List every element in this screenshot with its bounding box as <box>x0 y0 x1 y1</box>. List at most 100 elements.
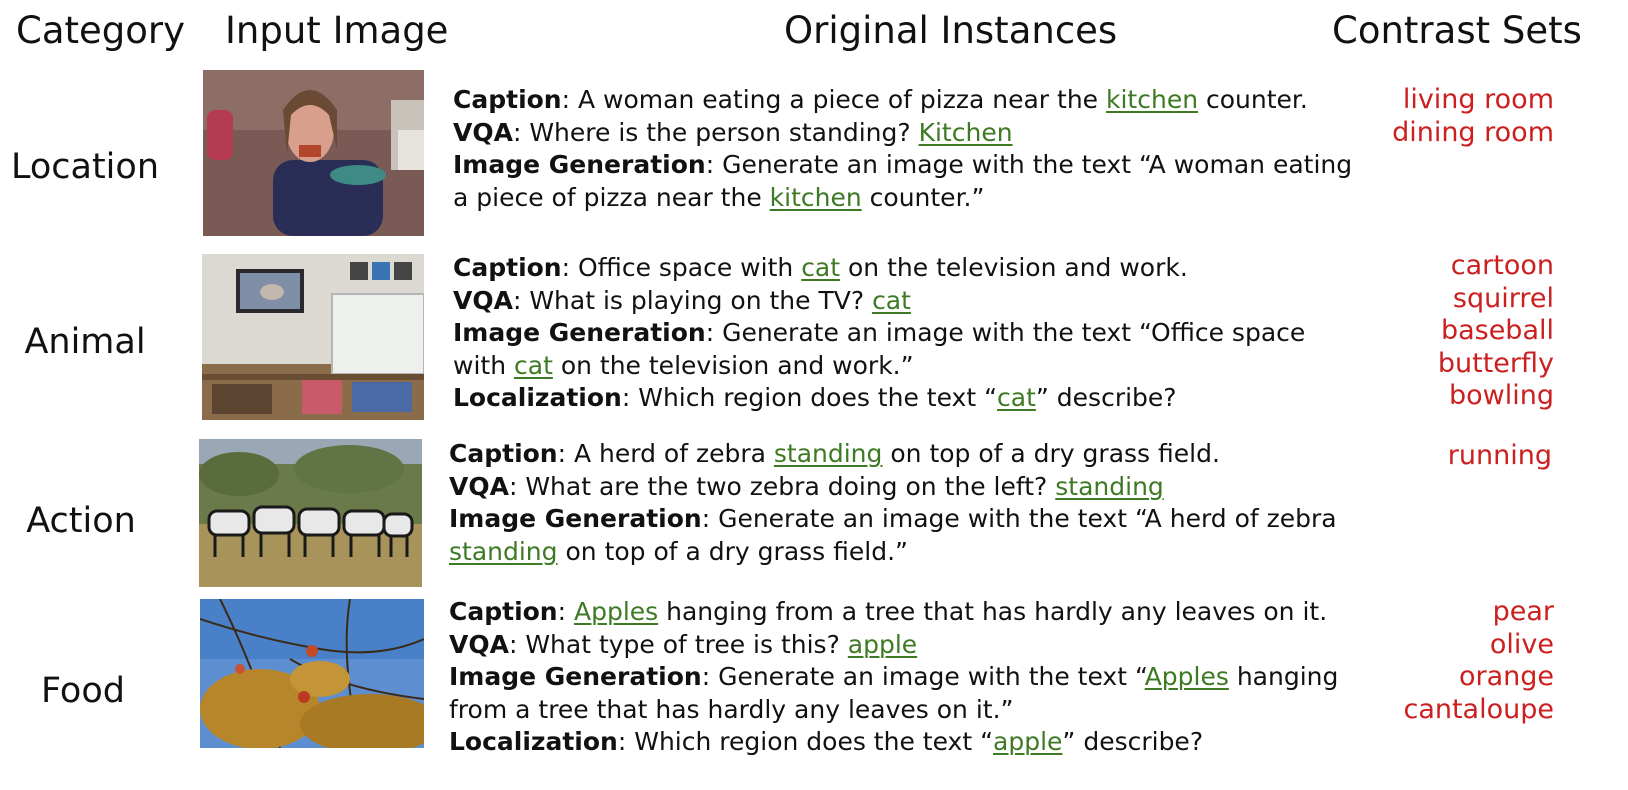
instance-text: a piece of pizza near the <box>453 182 770 212</box>
contrast-item: cantaloupe <box>1403 693 1554 725</box>
instance-line: VQA: What are the two zebra doing on the… <box>449 471 1337 504</box>
instance-text: with <box>453 350 514 380</box>
task-label: VQA <box>453 285 513 315</box>
image-apples <box>200 599 424 748</box>
task-label: Caption <box>449 439 558 468</box>
contrast-set-action: running <box>1448 440 1552 473</box>
instance-text: ” describe? <box>1035 383 1177 412</box>
instance-text: on the television and work.” <box>552 350 914 380</box>
contrast-item: orange <box>1458 661 1554 692</box>
task-label: Caption <box>449 597 558 626</box>
instance-text: : A herd of zebra <box>557 439 774 468</box>
instance-text: : What type of tree is this? <box>508 629 848 659</box>
instance-line: Caption: A herd of zebra standing on top… <box>449 438 1337 471</box>
instance-text: : Generate an image with the text “ <box>701 662 1145 691</box>
instance-line: VQA: Where is the person standing? Kitch… <box>453 117 1352 150</box>
instance-line: Localization: Which region does the text… <box>453 382 1305 415</box>
instance-text: from a tree that has hardly any leaves o… <box>449 694 1014 724</box>
instance-line: Caption: Apples hanging from a tree that… <box>449 596 1338 629</box>
instance-line: VQA: What type of tree is this? apple <box>449 629 1338 662</box>
task-label: Image Generation <box>449 504 702 533</box>
highlighted-term: cat <box>997 383 1036 412</box>
highlighted-term: kitchen <box>1106 85 1199 114</box>
header-category: Category <box>16 9 186 52</box>
task-label: VQA <box>449 471 509 501</box>
contrast-set-location: living room dining room <box>1392 84 1554 149</box>
highlighted-term: standing <box>449 536 558 566</box>
highlighted-term: kitchen <box>769 182 862 212</box>
instance-line: VQA: What is playing on the TV? cat <box>453 285 1305 318</box>
image-office <box>202 254 424 420</box>
instance-line: Image Generation: Generate an image with… <box>453 317 1305 350</box>
header-original-instances: Original Instances <box>784 9 1118 52</box>
instance-line: a piece of pizza near the kitchen counte… <box>453 182 1352 215</box>
instance-text: : What is playing on the TV? <box>512 285 873 315</box>
instance-text: hanging <box>1228 662 1339 691</box>
instance-line: Localization: Which region does the text… <box>449 726 1338 759</box>
highlighted-term: Kitchen <box>918 117 1013 147</box>
task-label: Image Generation <box>453 318 706 347</box>
instance-text: : What are the two zebra doing on the le… <box>508 471 1056 501</box>
instances-location: Caption: A woman eating a piece of pizza… <box>453 84 1352 214</box>
instance-line: Image Generation: Generate an image with… <box>449 661 1338 694</box>
instance-text: : Generate an image with the text “A wom… <box>705 150 1353 179</box>
task-label: Localization <box>449 727 618 756</box>
highlighted-term: cat <box>872 285 911 315</box>
contrast-item: olive <box>1489 628 1554 660</box>
contrast-item: baseball <box>1440 315 1554 346</box>
instance-text: : A woman eating a piece of pizza near t… <box>561 85 1106 114</box>
contrast-item: running <box>1447 440 1552 471</box>
image-kitchen <box>203 70 424 236</box>
instances-action: Caption: A herd of zebra standing on top… <box>449 438 1337 568</box>
highlighted-term: cat <box>514 350 553 380</box>
instance-text: : Which region does the text “ <box>621 383 998 412</box>
category-label-action: Action <box>26 501 136 541</box>
instance-line: standing on top of a dry grass field.” <box>449 536 1337 569</box>
header-input-image: Input Image <box>225 9 449 52</box>
instance-text: : Which region does the text “ <box>617 727 994 756</box>
highlighted-term: standing <box>773 439 883 468</box>
contrast-set-animal: cartoon squirrel baseball butterfly bowling <box>1438 250 1554 413</box>
category-label-animal: Animal <box>24 322 146 362</box>
contrast-item: squirrel <box>1452 282 1554 314</box>
task-label: Caption <box>453 253 562 282</box>
instance-line: Caption: A woman eating a piece of pizza… <box>453 84 1352 117</box>
highlighted-term: Apples <box>573 597 659 626</box>
instance-line: with cat on the television and work.” <box>453 350 1305 383</box>
instance-line: Image Generation: Generate an image with… <box>449 503 1337 536</box>
task-label: Image Generation <box>453 150 706 179</box>
instances-food: Caption: Apples hanging from a tree that… <box>449 596 1338 759</box>
instance-text: : <box>557 597 574 626</box>
category-label-location: Location <box>10 147 160 187</box>
contrast-item: living room <box>1402 84 1554 115</box>
instance-text: on top of a dry grass field.” <box>557 536 908 566</box>
task-label: Caption <box>453 85 562 114</box>
category-label-food: Food <box>41 671 125 711</box>
instance-text: hanging from a tree that has hardly any … <box>658 597 1328 626</box>
contrast-item: butterfly <box>1437 347 1554 379</box>
highlighted-term: standing <box>1055 471 1164 501</box>
task-label: Image Generation <box>449 662 702 691</box>
contrast-set-food: pear olive orange cantaloupe <box>1403 596 1554 726</box>
task-label: VQA <box>453 117 513 147</box>
highlighted-term: apple <box>993 727 1063 756</box>
instance-text: on the television and work. <box>840 253 1188 282</box>
instance-text: ” describe? <box>1062 727 1204 756</box>
header-contrast-sets: Contrast Sets <box>1332 9 1582 52</box>
image-zebra <box>199 439 422 587</box>
instance-text: : Office space with <box>561 253 802 282</box>
highlighted-term: apple <box>847 629 918 659</box>
instance-text: on top of a dry grass field. <box>882 439 1220 468</box>
contrast-item: pear <box>1492 596 1554 627</box>
contrast-item: bowling <box>1449 380 1554 411</box>
instances-animal: Caption: Office space with cat on the te… <box>453 252 1305 415</box>
instance-line: from a tree that has hardly any leaves o… <box>449 694 1338 727</box>
instance-line: Image Generation: Generate an image with… <box>453 149 1352 182</box>
instance-text: : Where is the person standing? <box>512 117 919 147</box>
contrast-item: cartoon <box>1450 250 1554 281</box>
instance-text: : Generate an image with the text “Offic… <box>705 318 1306 347</box>
instance-text: counter.” <box>861 182 985 212</box>
task-label: Localization <box>453 383 622 412</box>
instance-text: : Generate an image with the text “A her… <box>701 504 1337 533</box>
contrast-item: dining room <box>1392 116 1554 148</box>
